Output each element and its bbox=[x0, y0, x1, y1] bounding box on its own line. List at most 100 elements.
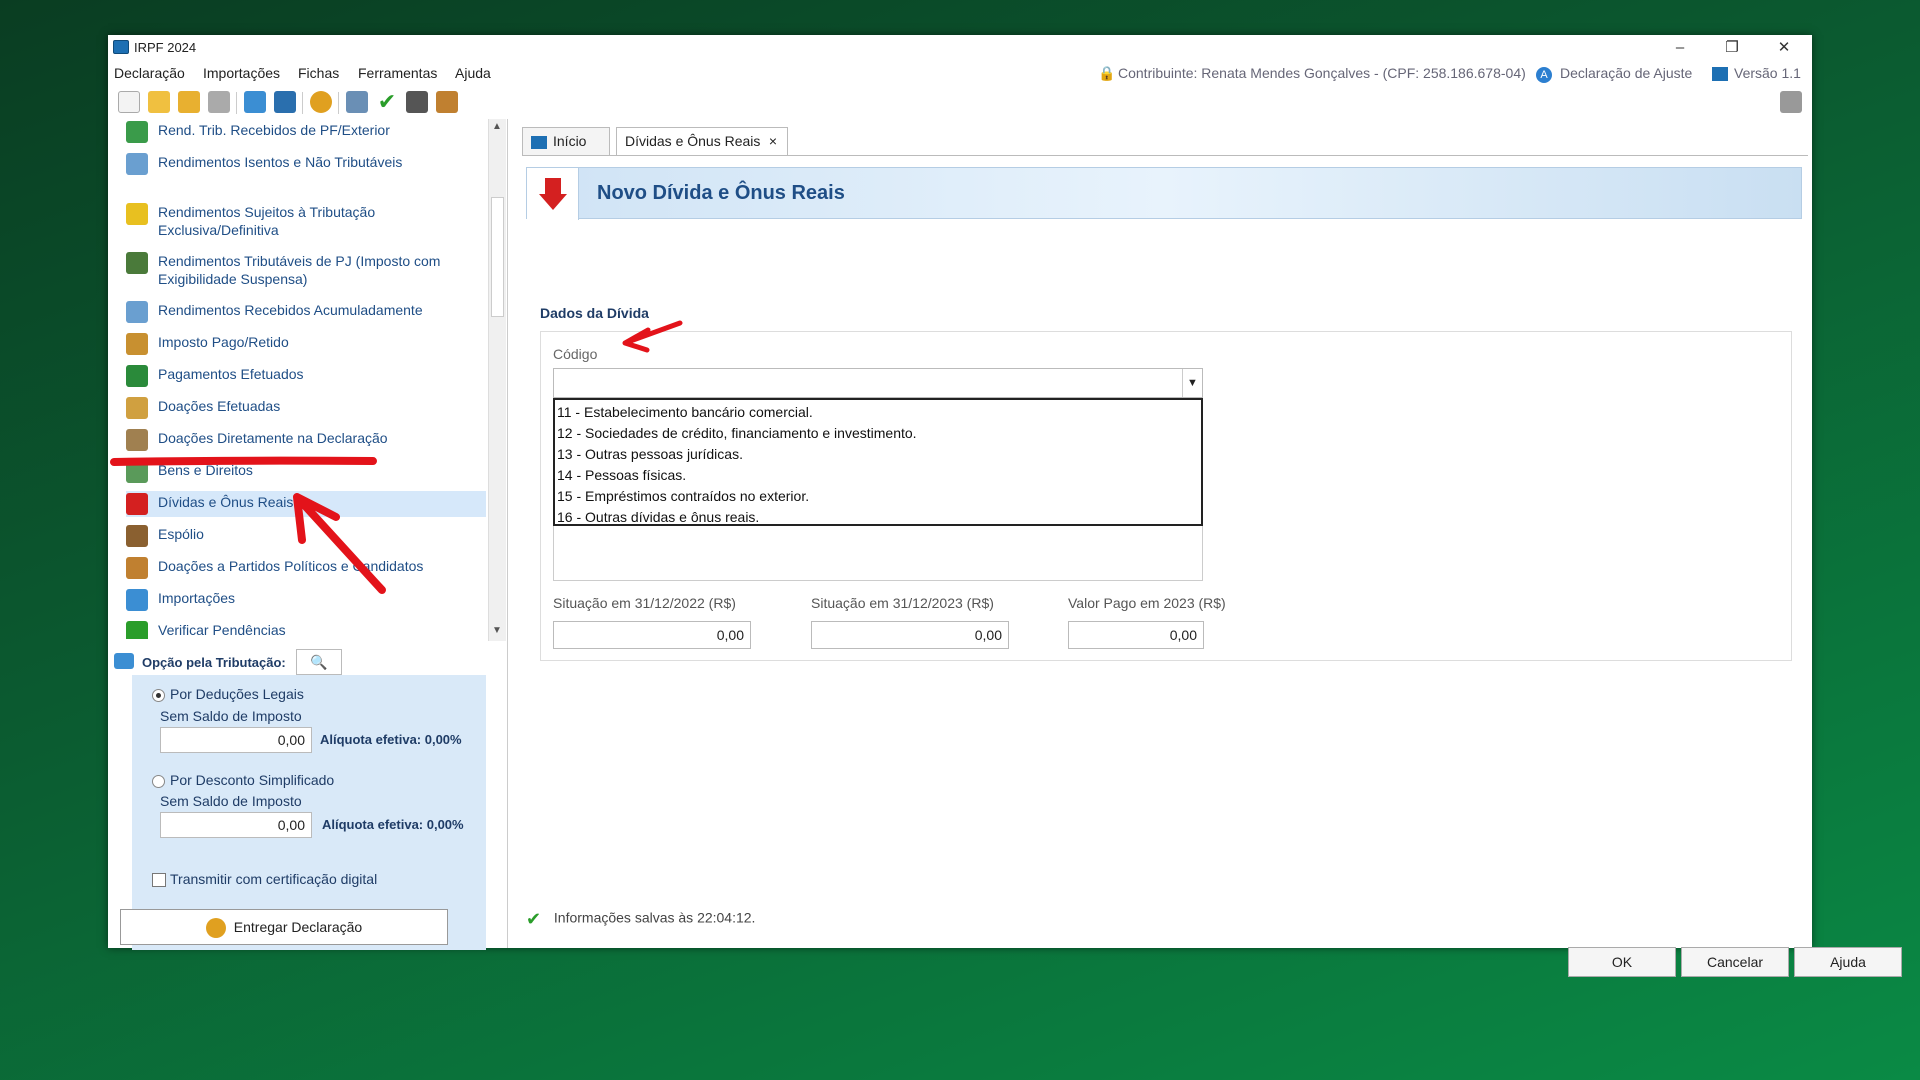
discriminacao-area[interactable] bbox=[553, 525, 1203, 581]
menu-importacoes[interactable]: Importações bbox=[203, 65, 280, 81]
print-icon[interactable] bbox=[346, 91, 368, 113]
pago-input[interactable]: 0,00 bbox=[1068, 621, 1204, 649]
opcao-header: Opção pela Tributação: 🔍 bbox=[108, 647, 508, 677]
calculator-icon[interactable] bbox=[406, 91, 428, 113]
export-icon[interactable] bbox=[274, 91, 296, 113]
declaracao-type[interactable]: Declaração de Ajuste bbox=[1560, 65, 1692, 81]
tab-dividas-label: Dívidas e Ônus Reais bbox=[625, 133, 761, 149]
sidebar-item[interactable]: Dívidas e Ônus Reais bbox=[126, 491, 486, 517]
doacao-direta-icon bbox=[126, 429, 148, 451]
codigo-combobox[interactable]: ▼ bbox=[553, 368, 1203, 398]
sidebar-item[interactable]: Rendimentos Tributáveis de PJ (Imposto c… bbox=[126, 250, 486, 292]
folder-icon[interactable] bbox=[178, 91, 200, 113]
legais-aliquota: Alíquota efetiva: 0,00% bbox=[320, 732, 462, 747]
simpl-aliquota: Alíquota efetiva: 0,00% bbox=[322, 817, 464, 832]
minimize-button[interactable]: – bbox=[1654, 35, 1706, 61]
help-icon[interactable] bbox=[436, 91, 458, 113]
card-icon bbox=[126, 365, 148, 387]
menu-ferramentas[interactable]: Ferramentas bbox=[358, 65, 437, 81]
sidebar-item-label: Verificar Pendências bbox=[158, 622, 286, 638]
sidebar-item[interactable]: Doações a Partidos Políticos e Candidato… bbox=[126, 555, 486, 581]
sidebar-item-label: Dívidas e Ônus Reais bbox=[158, 494, 294, 510]
menu-ajuda[interactable]: Ajuda bbox=[455, 65, 491, 81]
sidebar-item-label: Doações Efetuadas bbox=[158, 398, 281, 414]
chevron-down-icon[interactable]: ▼ bbox=[1182, 369, 1202, 397]
left-panel: Rend. Trib. Recebidos de PF/Exterior Rend… bbox=[108, 119, 508, 950]
legais-saldo-label: Sem Saldo de Imposto bbox=[160, 708, 302, 724]
open-icon[interactable] bbox=[148, 91, 170, 113]
codigo-option[interactable]: 12 - Sociedades de crédito, financiament… bbox=[557, 425, 917, 441]
divida-icon bbox=[126, 493, 148, 515]
sit2022-input[interactable]: 0,00 bbox=[553, 621, 751, 649]
nav-scrollbar[interactable]: ▲ ▼ bbox=[488, 119, 506, 641]
search-icon[interactable]: 🔍 bbox=[296, 649, 342, 675]
sidebar-item[interactable]: Bens e Direitos bbox=[126, 459, 486, 485]
toolbar: ✔ bbox=[108, 87, 1812, 117]
codigo-option[interactable]: 16 - Outras dívidas e ônus reais. bbox=[557, 509, 759, 525]
new-icon[interactable] bbox=[118, 91, 140, 113]
codigo-dropdown-list: 11 - Estabelecimento bancário comercial.… bbox=[553, 398, 1203, 526]
close-button[interactable]: ✕ bbox=[1758, 35, 1810, 61]
sit2023-label: Situação em 31/12/2023 (R$) bbox=[811, 595, 994, 611]
app-icon bbox=[113, 40, 129, 54]
sidebar-item[interactable]: Doações Diretamente na Declaração bbox=[126, 427, 486, 453]
sidebar-item[interactable]: Rendimentos Isentos e Não Tributáveis bbox=[126, 151, 486, 177]
sidebar-item-label: Imposto Pago/Retido bbox=[158, 334, 289, 350]
codigo-option[interactable]: 14 - Pessoas físicas. bbox=[557, 467, 686, 483]
radio-deducoes-legais[interactable] bbox=[152, 689, 165, 702]
exit-icon[interactable] bbox=[1780, 91, 1802, 113]
versao-label[interactable]: Versão 1.1 bbox=[1734, 65, 1801, 81]
sidebar-item[interactable]: Espólio bbox=[126, 523, 486, 549]
menu-fichas[interactable]: Fichas bbox=[298, 65, 339, 81]
imposto-icon bbox=[126, 333, 148, 355]
check-icon bbox=[126, 621, 148, 639]
sidebar-item[interactable]: Pagamentos Efetuados bbox=[126, 363, 486, 389]
simpl-valor: 0,00 bbox=[160, 812, 312, 838]
sidebar-item[interactable]: Importações bbox=[126, 587, 486, 613]
pago-label: Valor Pago em 2023 (R$) bbox=[1068, 595, 1226, 611]
content-panel: Início Dívidas e Ônus Reais × Novo Dívid… bbox=[518, 119, 1902, 977]
check-icon[interactable]: ✔ bbox=[376, 91, 398, 113]
sidebar-item-label: Espólio bbox=[158, 526, 204, 542]
entregar-button[interactable]: Entregar Declaração bbox=[120, 909, 448, 945]
sidebar-item[interactable]: Doações Efetuadas bbox=[126, 395, 486, 421]
deducoes-legais-label: Por Deduções Legais bbox=[170, 686, 304, 702]
app-window: IRPF 2024 – ❐ ✕ Declaração Importações F… bbox=[108, 35, 1902, 977]
sidebar-item[interactable]: Rendimentos Sujeitos à Tributação Exclus… bbox=[126, 201, 486, 243]
trash-icon[interactable] bbox=[208, 91, 230, 113]
codigo-option[interactable]: 11 - Estabelecimento bancário comercial. bbox=[557, 404, 813, 420]
sidebar-item-label: Rendimentos Tributáveis de PJ (Imposto c… bbox=[158, 253, 441, 287]
ok-button[interactable]: OK bbox=[1568, 947, 1676, 977]
sidebar-item[interactable]: Verificar Pendências bbox=[126, 619, 486, 639]
codigo-option[interactable]: 13 - Outras pessoas jurídicas. bbox=[557, 446, 743, 462]
globe-icon[interactable] bbox=[310, 91, 332, 113]
sidebar-item-label: Rend. Trib. Recebidos de PF/Exterior bbox=[158, 122, 390, 138]
section-title: Dados da Dívida bbox=[540, 305, 649, 321]
opcao-icon bbox=[114, 653, 134, 669]
exterior-icon bbox=[126, 121, 148, 143]
ajuda-button[interactable]: Ajuda bbox=[1794, 947, 1902, 977]
codigo-option[interactable]: 15 - Empréstimos contraídos no exterior. bbox=[557, 488, 809, 504]
radio-desconto-simplificado[interactable] bbox=[152, 775, 165, 788]
close-tab-icon[interactable]: × bbox=[769, 128, 777, 154]
sidebar-item-label: Rendimentos Sujeitos à Tributação Exclus… bbox=[158, 204, 376, 238]
title-bar: IRPF 2024 – ❐ ✕ bbox=[108, 35, 1812, 61]
menu-declaracao[interactable]: Declaração bbox=[114, 65, 185, 81]
tab-dividas[interactable]: Dívidas e Ônus Reais × bbox=[616, 127, 788, 155]
sidebar-item[interactable]: Rend. Trib. Recebidos de PF/Exterior bbox=[126, 119, 486, 145]
sit2023-input[interactable]: 0,00 bbox=[811, 621, 1009, 649]
certificacao-checkbox[interactable] bbox=[152, 873, 166, 887]
restore-button[interactable]: ❐ bbox=[1706, 35, 1758, 61]
sidebar-item-label: Rendimentos Isentos e Não Tributáveis bbox=[158, 154, 403, 170]
contribuinte-label: Contribuinte: Renata Mendes Gonçalves - … bbox=[1118, 65, 1526, 81]
sidebar-item[interactable]: Rendimentos Recebidos Acumuladamente bbox=[126, 299, 486, 325]
sidebar-item-label: Doações Diretamente na Declaração bbox=[158, 430, 388, 446]
suspensa-icon bbox=[126, 252, 148, 274]
sidebar-item[interactable]: Imposto Pago/Retido bbox=[126, 331, 486, 357]
import-icon[interactable] bbox=[244, 91, 266, 113]
lock-icon: 🔒 bbox=[1098, 65, 1116, 81]
tab-inicio[interactable]: Início bbox=[522, 127, 610, 155]
entregar-label: Entregar Declaração bbox=[233, 919, 363, 935]
cancelar-button[interactable]: Cancelar bbox=[1681, 947, 1789, 977]
isentos-icon bbox=[126, 153, 148, 175]
